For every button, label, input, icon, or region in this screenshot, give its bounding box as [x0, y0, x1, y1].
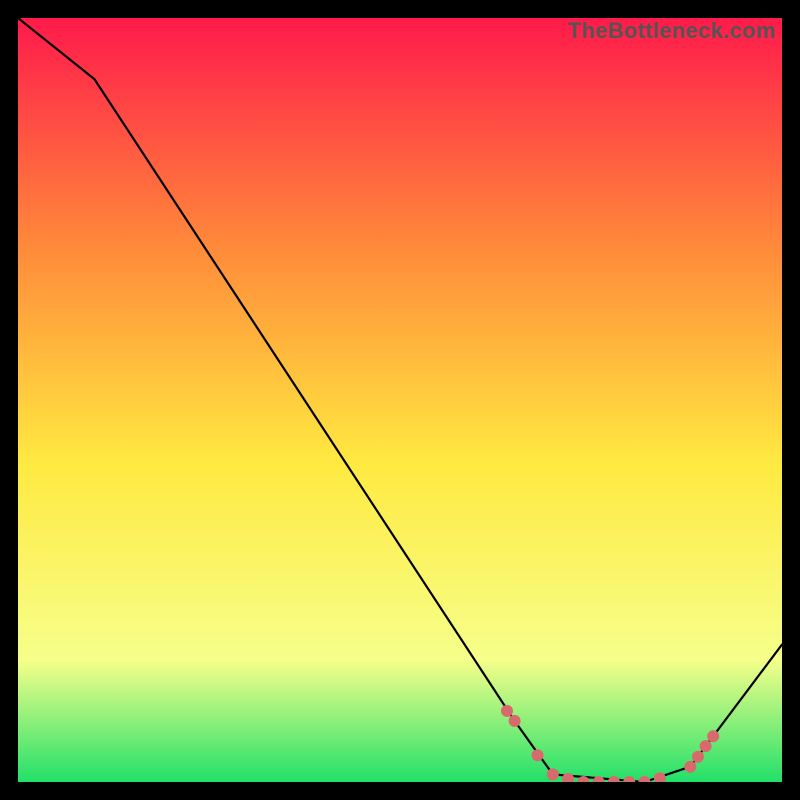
marker-dot [684, 761, 696, 773]
chart-frame: TheBottleneck.com [18, 18, 782, 782]
marker-dot [692, 751, 704, 763]
watermark-text: TheBottleneck.com [568, 18, 776, 44]
marker-dot [509, 715, 521, 727]
marker-dot [501, 705, 513, 717]
gradient-background [18, 18, 782, 782]
marker-dot [707, 730, 719, 742]
bottleneck-chart [18, 18, 782, 782]
marker-dot [547, 768, 559, 780]
marker-dot [700, 740, 712, 752]
marker-dot [532, 749, 544, 761]
